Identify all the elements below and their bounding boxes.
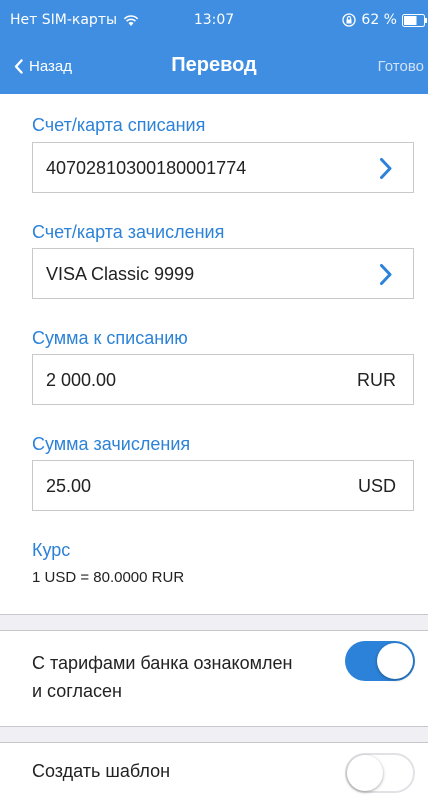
back-chevron-icon <box>14 59 23 74</box>
chevron-right-icon <box>380 158 392 179</box>
debit-account-selector[interactable]: 40702810300180001774 <box>32 142 414 193</box>
credit-account-label: Счет/карта зачисления <box>32 222 225 242</box>
status-left: Нет SIM-карты <box>10 12 139 28</box>
tariffs-agreement-row: С тарифами банка ознакомлен и согласен <box>0 631 428 726</box>
header: Нет SIM-карты 13:07 62 % Назад Перевод Г… <box>0 0 428 94</box>
rate-label: Курс <box>32 540 71 560</box>
credit-amount-label: Сумма зачисления <box>32 434 191 454</box>
tariffs-agreement-label: С тарифами банка ознакомлен и согласен <box>32 649 292 705</box>
chevron-right-icon <box>380 264 392 285</box>
done-button[interactable]: Готово <box>378 58 424 75</box>
credit-amount-input[interactable]: 25.00 USD <box>32 460 414 511</box>
back-label: Назад <box>29 58 72 75</box>
status-time: 13:07 <box>193 12 235 28</box>
credit-amount-value: 25.00 <box>46 476 92 496</box>
debit-amount-label: Сумма к списанию <box>32 328 188 348</box>
battery-percent: 62 % <box>361 12 397 28</box>
debit-account-label: Счет/карта списания <box>32 115 206 135</box>
credit-account-selector[interactable]: VISA Classic 9999 <box>32 248 414 299</box>
status-bar: Нет SIM-карты 13:07 62 % <box>0 0 428 40</box>
battery-icon <box>402 13 427 27</box>
create-template-toggle[interactable] <box>345 753 415 793</box>
carrier-text: Нет SIM-карты <box>10 12 118 28</box>
create-template-label: Создать шаблон <box>32 761 171 781</box>
transfer-screen: Нет SIM-карты 13:07 62 % Назад Перевод Г… <box>0 0 428 803</box>
section-separator <box>0 726 428 743</box>
debit-amount-input[interactable]: 2 000.00 RUR <box>32 354 414 405</box>
back-button[interactable]: Назад <box>14 58 72 75</box>
credit-account-value: VISA Classic 9999 <box>46 264 195 284</box>
credit-currency: USD <box>357 476 396 496</box>
nav-bar: Назад Перевод Готово <box>0 40 428 94</box>
debit-amount-value: 2 000.00 <box>46 370 117 390</box>
rotation-lock-icon <box>342 13 357 27</box>
wifi-icon <box>123 14 139 26</box>
create-template-row: Создать шаблон <box>0 743 428 803</box>
section-separator <box>0 614 428 631</box>
debit-account-value: 40702810300180001774 <box>46 158 247 178</box>
debit-currency: RUR <box>357 370 396 390</box>
tariffs-agreement-label-line1: С тарифами банка ознакомлен <box>32 653 293 673</box>
rate-value: 1 USD = 80.0000 RUR <box>32 569 185 586</box>
status-right: 62 % <box>342 12 428 28</box>
toggle-knob <box>377 643 413 679</box>
toggle-knob <box>347 755 383 791</box>
tariffs-agreement-toggle[interactable] <box>345 641 415 681</box>
tariffs-agreement-label-line2: и согласен <box>32 681 122 701</box>
